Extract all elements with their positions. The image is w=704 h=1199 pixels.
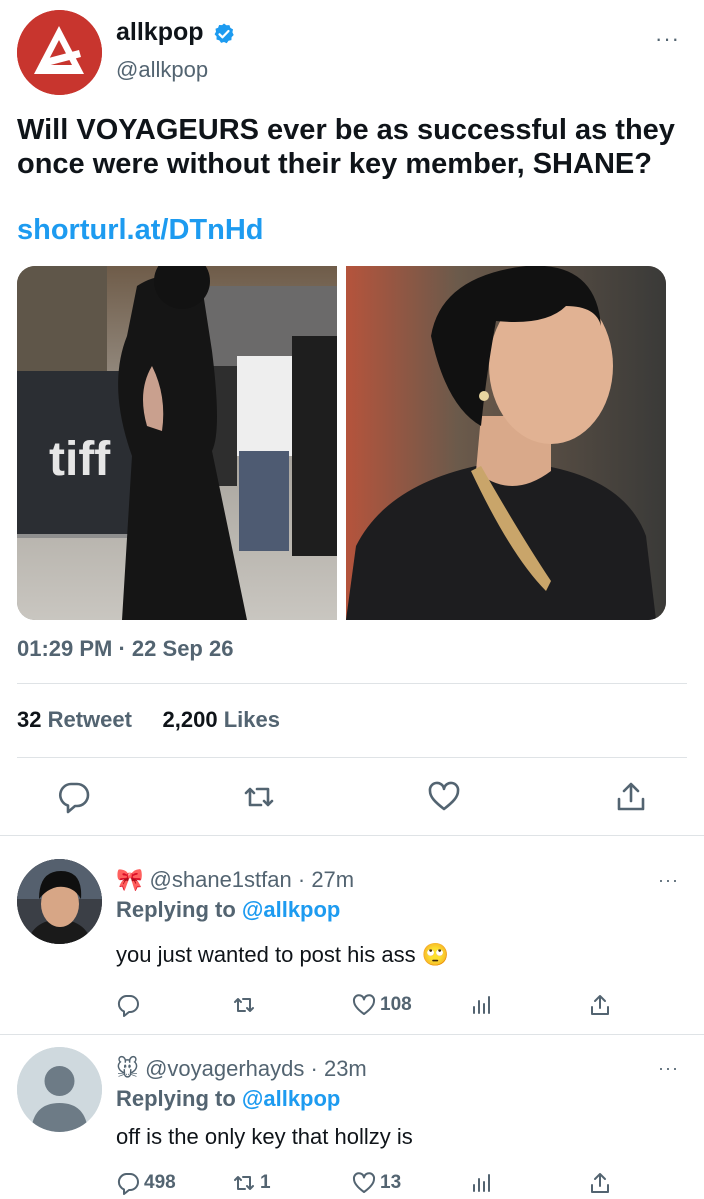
share-icon — [591, 995, 609, 1015]
reply-handle[interactable]: @voyagerhayds — [145, 1056, 304, 1081]
heart-icon — [352, 994, 376, 1015]
more-options-icon[interactable]: ··· — [655, 26, 680, 52]
author-name[interactable]: allkpop — [116, 18, 204, 47]
tweet-link[interactable]: shorturl.at/DTnHd — [17, 214, 264, 247]
replying-to: Replying to @allkpop — [116, 1086, 340, 1112]
reply-emoji: 🎀 — [116, 867, 144, 892]
retweet-button[interactable]: 1 — [232, 1170, 271, 1196]
tiff-sign: tiff — [49, 433, 111, 486]
reply-time[interactable]: · 23m — [311, 1056, 367, 1081]
analytics-button[interactable] — [470, 992, 494, 1018]
reply-time[interactable]: · 27m — [298, 867, 354, 892]
heart-icon[interactable] — [427, 780, 461, 814]
more-options-icon[interactable]: ··· — [658, 870, 679, 891]
share-icon — [591, 1173, 609, 1193]
reply-avatar-image — [17, 859, 102, 944]
reply-handle[interactable]: @shane1stfan — [150, 867, 292, 892]
retweet-icon[interactable] — [242, 780, 276, 814]
share-button[interactable] — [588, 992, 612, 1018]
reply-header: 🐭 @voyagerhayds · 23m — [116, 1056, 367, 1082]
avatar[interactable] — [17, 1047, 102, 1132]
divider — [0, 835, 704, 836]
analytics-button[interactable] — [470, 1170, 494, 1196]
reply-button[interactable] — [116, 992, 144, 1018]
verified-badge-icon — [214, 23, 234, 44]
like-label[interactable]: Likes — [224, 707, 280, 732]
allkpop-avatar[interactable] — [17, 10, 102, 95]
retweet-icon — [234, 998, 254, 1012]
replying-label: Replying to — [116, 1086, 236, 1111]
like-count: 108 — [380, 994, 412, 1015]
avatar[interactable] — [17, 859, 102, 944]
analytics-icon — [473, 996, 490, 1014]
comment-icon — [117, 995, 139, 1017]
reply-button[interactable]: 498 — [116, 1170, 176, 1196]
like-count[interactable]: 2,200 — [163, 707, 218, 732]
share-icon[interactable] — [614, 780, 648, 814]
like-button[interactable]: 108 — [352, 992, 412, 1018]
replying-to: Replying to @allkpop — [116, 897, 340, 923]
replying-mention[interactable]: @allkpop — [242, 1086, 340, 1111]
divider — [17, 683, 687, 684]
retweet-count[interactable]: 32 — [17, 707, 41, 732]
retweet-count: 1 — [260, 1172, 271, 1193]
reply-text: you just wanted to post his ass 🙄 — [116, 942, 450, 967]
analytics-icon — [473, 1174, 490, 1192]
tweet-photo-right[interactable] — [346, 266, 666, 620]
reply-emoji: 🐭 — [116, 1056, 139, 1081]
retweet-icon — [234, 1176, 254, 1190]
default-avatar-icon — [17, 1047, 102, 1132]
like-button[interactable]: 13 — [352, 1170, 401, 1196]
replying-label: Replying to — [116, 897, 236, 922]
heart-icon — [352, 1172, 376, 1193]
photo-right-image — [346, 266, 666, 620]
divider — [0, 1034, 704, 1035]
like-count: 13 — [380, 1172, 402, 1193]
divider — [17, 757, 687, 758]
tweet-text: Will VOYAGEURS ever be as successful as … — [17, 114, 675, 180]
tweet-stats: 32 Retweet 2,200 Likes — [17, 707, 280, 733]
reply-count: 498 — [144, 1172, 176, 1193]
share-button[interactable] — [588, 1170, 612, 1196]
comment-icon — [117, 1173, 139, 1195]
tweet-photo-left[interactable]: tiff — [17, 266, 337, 620]
retweet-button[interactable] — [232, 992, 260, 1018]
more-options-icon[interactable]: ··· — [658, 1058, 679, 1079]
tweet-timestamp[interactable]: 01:29 PM · 22 Sep 26 — [17, 636, 233, 662]
reply-text: off is the only key that hollzy is — [116, 1124, 413, 1149]
allkpop-logo-icon — [17, 10, 102, 95]
replying-mention[interactable]: @allkpop — [242, 897, 340, 922]
retweet-label[interactable]: Retweet — [48, 707, 132, 732]
author-handle[interactable]: @allkpop — [116, 57, 208, 83]
reply-header: 🎀 @shane1stfan · 27m — [116, 867, 354, 893]
comment-icon[interactable] — [57, 780, 91, 814]
